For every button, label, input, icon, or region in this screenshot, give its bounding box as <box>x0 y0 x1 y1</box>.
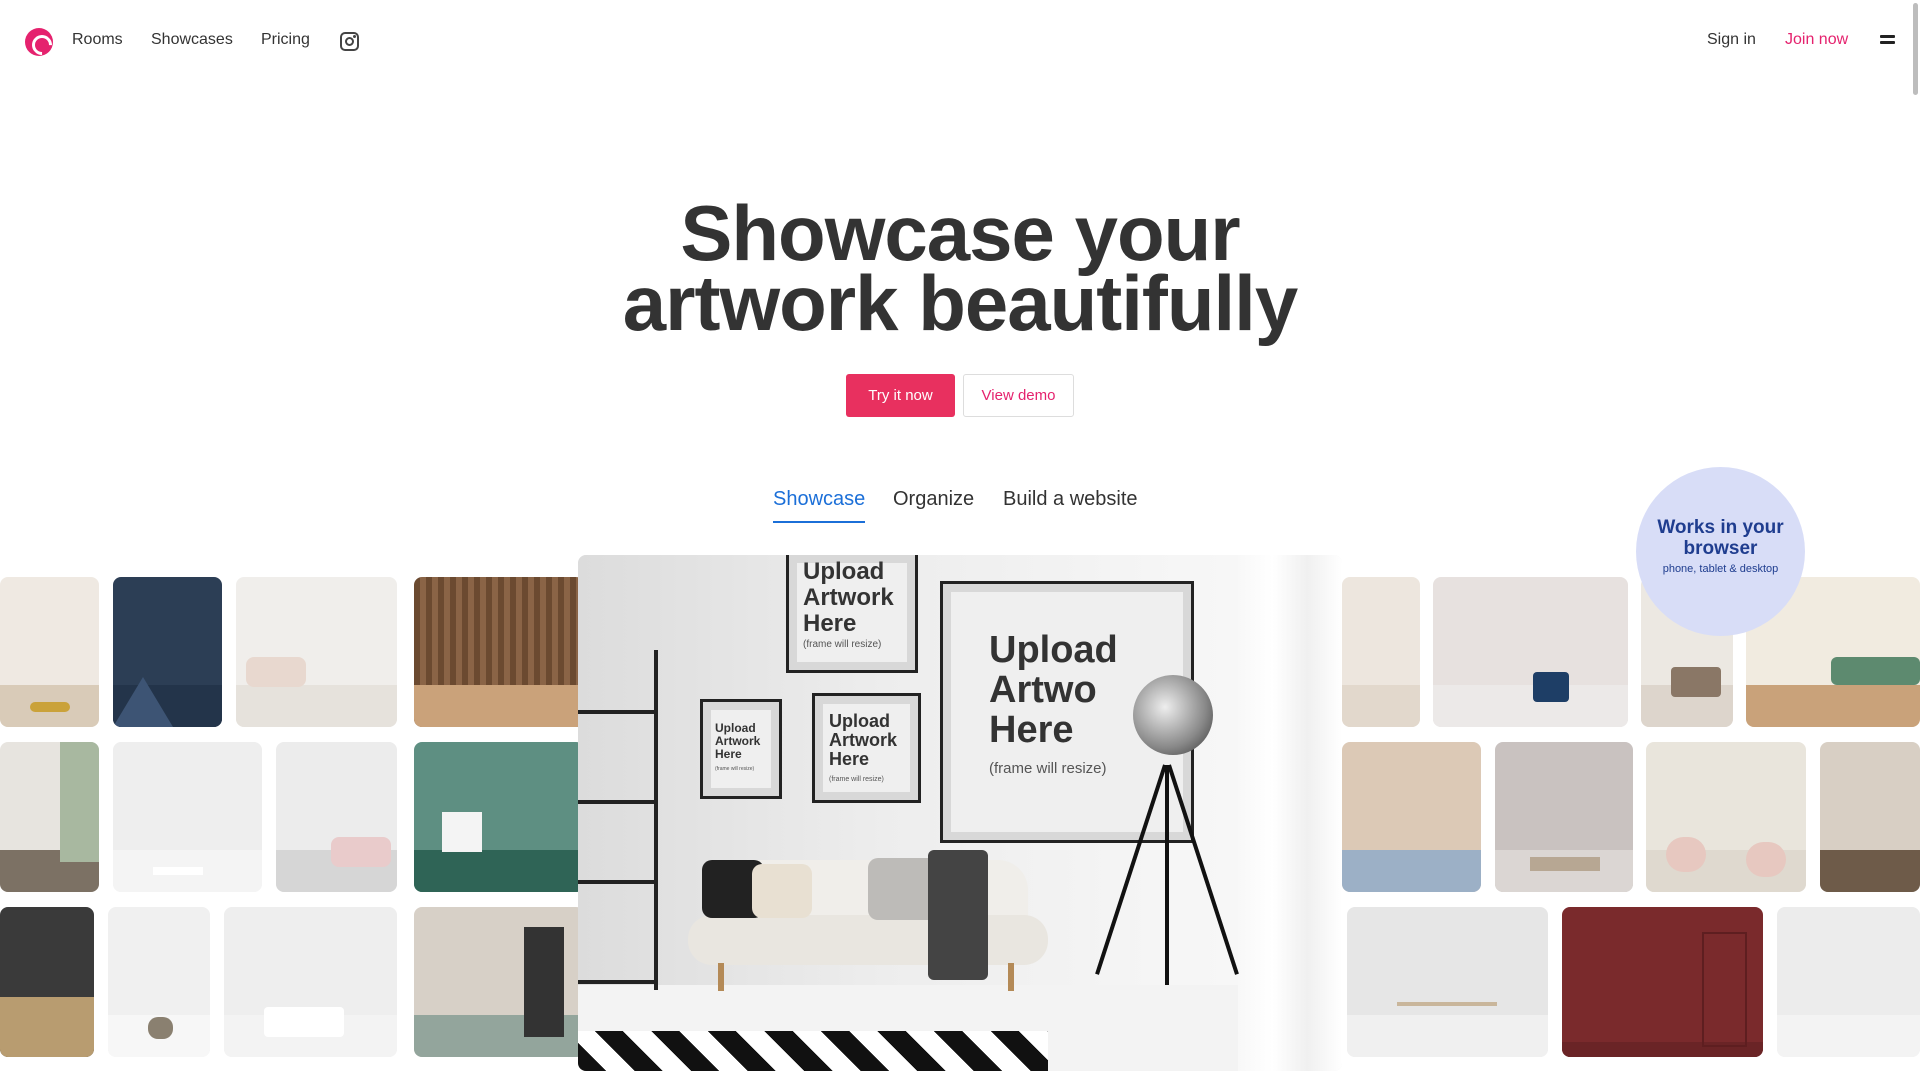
room-thumbnail[interactable] <box>108 907 210 1057</box>
room-thumbnail[interactable] <box>113 742 262 892</box>
view-demo-button[interactable]: View demo <box>963 374 1074 417</box>
frame-middle-title: Upload Artwork Here <box>829 711 898 769</box>
tab-showcase[interactable]: Showcase <box>773 488 866 523</box>
logo-icon[interactable] <box>25 28 53 56</box>
instagram-icon[interactable] <box>340 32 359 51</box>
nav-link-rooms[interactable]: Rooms <box>72 31 123 49</box>
shelf-illustration <box>578 650 658 990</box>
room-thumbnail[interactable] <box>1562 907 1763 1057</box>
artwork-frame-small[interactable]: Upload Artwork Here (frame will resize) <box>700 699 782 799</box>
join-now-link[interactable]: Join now <box>1785 31 1848 49</box>
room-thumbnail[interactable] <box>414 907 584 1057</box>
floor-lamp-illustration <box>1095 675 1239 985</box>
top-nav: Rooms Showcases Pricing Sign in Join now <box>0 0 1920 84</box>
room-thumbnail[interactable] <box>1646 742 1806 892</box>
room-thumbnail[interactable] <box>1495 742 1633 892</box>
room-thumbnail[interactable] <box>1820 742 1920 892</box>
badge-title: Works in your browser <box>1657 517 1784 559</box>
room-thumbnail[interactable] <box>414 742 584 892</box>
room-thumbnail[interactable] <box>0 577 99 727</box>
hero-title-line-1: Showcase your <box>680 189 1240 277</box>
frame-main-subtitle: (frame will resize) <box>989 760 1107 777</box>
browser-badge: Works in your browser phone, tablet & de… <box>1636 467 1805 636</box>
room-thumbnail[interactable] <box>1777 907 1920 1057</box>
frame-small-title: Upload Artwork Here <box>715 721 761 761</box>
badge-subtitle: phone, tablet & desktop <box>1662 563 1779 575</box>
tab-organize[interactable]: Organize <box>893 488 974 521</box>
room-thumbnail[interactable] <box>1433 577 1628 727</box>
room-thumbnail[interactable] <box>276 742 397 892</box>
rug-illustration <box>578 1031 1048 1071</box>
room-thumbnail[interactable] <box>1342 742 1481 892</box>
room-thumbnail[interactable] <box>0 742 99 892</box>
frame-top-title: Upload Artwork Here <box>803 558 894 637</box>
tab-build-a-website[interactable]: Build a website <box>1003 488 1138 521</box>
frame-middle-subtitle: (frame will resize) <box>829 776 884 783</box>
featured-room-image: Upload Artwork Here (frame will resize) … <box>578 555 1342 1071</box>
room-thumbnail[interactable] <box>414 577 584 727</box>
hero-title: Showcase your artwork beautifully <box>0 189 1920 347</box>
hero-title-line-2: artwork beautifully <box>622 259 1298 347</box>
nav-link-pricing[interactable]: Pricing <box>261 31 310 49</box>
feature-tabs: Showcase Organize Build a website <box>0 488 1920 528</box>
frame-small-subtitle: (frame will resize) <box>715 766 755 772</box>
room-thumbnail[interactable] <box>1342 577 1420 727</box>
hamburger-menu-icon[interactable] <box>1880 35 1895 47</box>
sofa-illustration <box>688 830 1048 991</box>
artwork-frame-top[interactable]: Upload Artwork Here (frame will resize) <box>786 555 918 673</box>
frame-top-subtitle: (frame will resize) <box>803 639 882 650</box>
room-thumbnail[interactable] <box>0 907 94 1057</box>
try-it-now-button[interactable]: Try it now <box>846 374 955 417</box>
room-thumbnail[interactable] <box>236 577 397 727</box>
room-thumbnail[interactable] <box>224 907 397 1057</box>
scrollbar-thumb[interactable] <box>1913 3 1918 95</box>
nav-link-showcases[interactable]: Showcases <box>151 31 233 49</box>
room-thumbnail[interactable] <box>1347 907 1548 1057</box>
sign-in-link[interactable]: Sign in <box>1707 31 1756 49</box>
artwork-frame-middle[interactable]: Upload Artwork Here (frame will resize) <box>812 693 921 803</box>
room-thumbnail[interactable] <box>113 577 222 727</box>
